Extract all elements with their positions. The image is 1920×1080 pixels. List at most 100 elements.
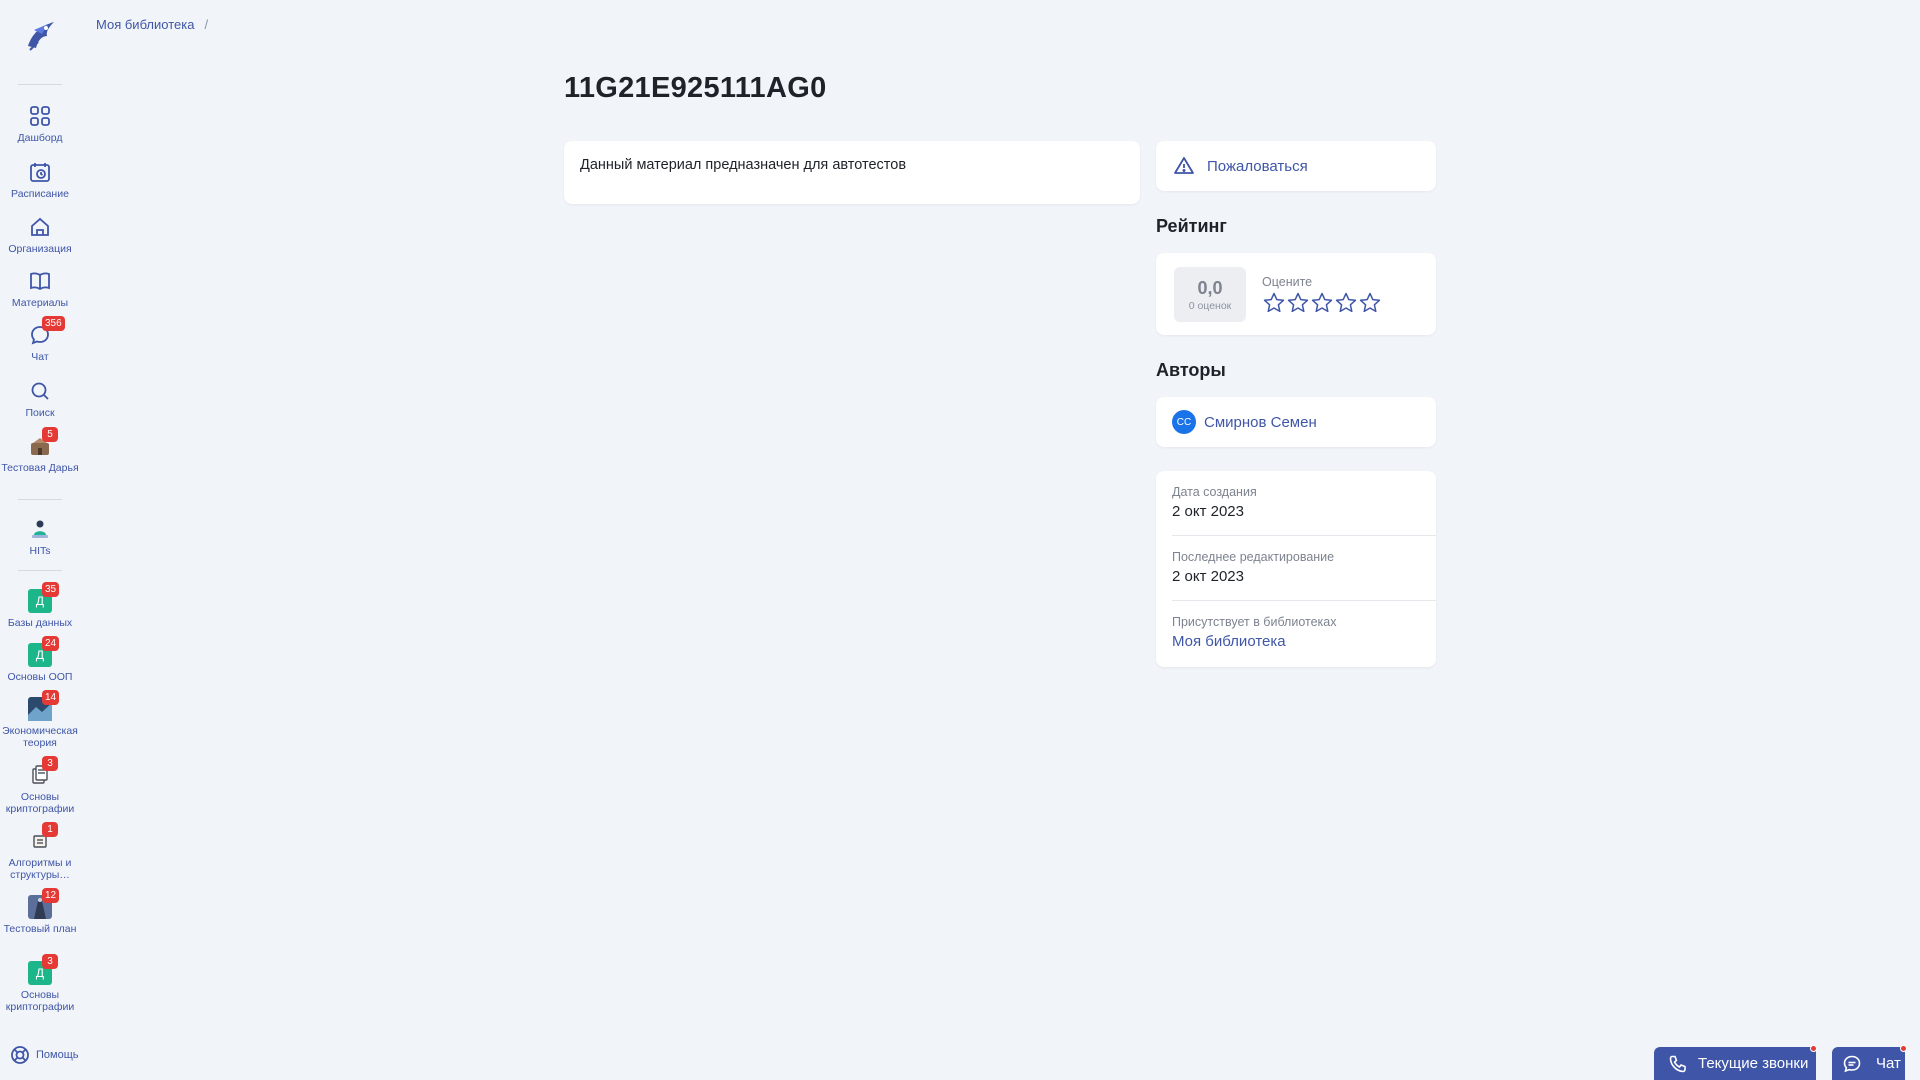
current-calls-label: Текущие звонки [1698, 1055, 1809, 1072]
calls-notification-dot [1810, 1045, 1817, 1052]
report-label: Пожаловаться [1207, 157, 1308, 175]
course-image-icon: 12 [28, 888, 60, 919]
sidebar-item-search[interactable]: Поиск [0, 379, 80, 419]
sidebar-item-chat[interactable]: 356 Чат [0, 316, 80, 363]
sidebar-item-label: Поиск [25, 407, 55, 419]
meta-edited: Последнее редактирование 2 окт 2023 [1172, 536, 1436, 601]
sidebar-item-label: Расписание [11, 188, 69, 200]
sidebar-divider [18, 570, 62, 571]
breadcrumb-my-library[interactable]: Моя библиотека [96, 17, 194, 32]
rating-summary: 0,0 0 оценок [1174, 267, 1246, 322]
star-3-icon[interactable] [1310, 291, 1334, 315]
meta-libraries: Присутствует в библиотеках Моя библиотек… [1172, 601, 1436, 666]
help-label: Помощь [36, 1049, 79, 1061]
author-item[interactable]: СС Смирнов Семен [1156, 397, 1436, 447]
meta-label: Дата создания [1172, 485, 1257, 499]
course-tile-icon: Д 35 [28, 582, 60, 613]
document-stack-icon: 3 [28, 756, 58, 787]
course-badge: 35 [42, 582, 60, 597]
app-logo-icon[interactable] [20, 16, 60, 56]
sidebar-course-economics[interactable]: 14 Экономическая теория [0, 690, 80, 749]
meta-label: Присутствует в библиотеках [1172, 615, 1337, 629]
meta-created: Дата создания 2 окт 2023 [1172, 471, 1436, 536]
chat-unread-badge: 356 [42, 316, 65, 331]
sidebar-divider [18, 84, 62, 85]
search-icon [28, 379, 52, 403]
rate-prompt: Оцените [1262, 275, 1313, 289]
meta-value: 2 окт 2023 [1172, 568, 1244, 585]
sidebar-item-dashboard[interactable]: Дашборд [0, 104, 80, 144]
sidebar: Дашборд Расписание Организация Материалы… [0, 0, 80, 1080]
chat-bubble-icon [1843, 1055, 1861, 1072]
home-icon [28, 215, 52, 239]
sidebar-course-test-plan[interactable]: 12 Тестовый план [0, 888, 80, 935]
help-link[interactable]: Помощь [10, 1045, 79, 1065]
notebook-icon: 1 [28, 822, 58, 853]
library-link[interactable]: Моя библиотека [1172, 633, 1286, 650]
rating-value: 0,0 [1197, 277, 1223, 298]
material-meta-card: Дата создания 2 окт 2023 Последнее редак… [1156, 471, 1436, 667]
star-4-icon[interactable] [1334, 291, 1358, 315]
sidebar-course-cryptography-2[interactable]: Д 3 Основы криптографии [0, 954, 80, 1013]
star-5-icon[interactable] [1358, 291, 1382, 315]
course-badge: 12 [42, 888, 60, 903]
breadcrumb: Моя библиотека / [96, 17, 208, 32]
sidebar-item-label: Тестовый план [3, 923, 77, 935]
sidebar-item-label: Экономическая теория [2, 725, 78, 749]
chat-notification-dot [1900, 1045, 1907, 1052]
lifebuoy-icon [11, 1046, 29, 1064]
sidebar-divider [18, 499, 62, 500]
sidebar-course-algorithms[interactable]: 1 Алгоритмы и структуры… [0, 822, 80, 881]
sidebar-item-schedule[interactable]: Расписание [0, 160, 80, 200]
course-badge: 14 [42, 690, 60, 705]
meta-label: Последнее редактирование [1172, 550, 1335, 564]
chat-float-button[interactable]: Чат [1832, 1045, 1907, 1080]
course-badge: 24 [42, 636, 60, 651]
sidebar-item-label: Тестовая Дарья [1, 462, 79, 474]
sidebar-scroll-area: Дашборд Расписание Организация Материалы… [0, 0, 80, 1025]
star-1-icon[interactable] [1262, 291, 1286, 315]
avatar: СС [1172, 410, 1196, 434]
sidebar-item-label: Основы криптографии [5, 791, 75, 815]
sidebar-item-label: Основы криптографии [5, 989, 75, 1013]
hits-person-icon [28, 517, 52, 541]
chat-bubble-icon: 356 [28, 316, 65, 347]
sidebar-item-label: HITs [29, 545, 51, 557]
sidebar-item-label: Базы данных [7, 617, 73, 629]
sidebar-course-databases[interactable]: Д 35 Базы данных [0, 582, 80, 629]
rating-stars [1262, 291, 1382, 315]
warning-triangle-icon [1174, 157, 1194, 174]
course-badge: 3 [42, 954, 58, 969]
dashboard-grid-icon [28, 104, 52, 128]
sidebar-item-hits[interactable]: HITs [0, 517, 80, 557]
sidebar-item-label: Чат [31, 351, 49, 363]
sidebar-item-org-test-darya[interactable]: 5 Тестовая Дарья [0, 427, 80, 474]
course-badge: 1 [42, 822, 58, 837]
sidebar-course-cryptography[interactable]: 3 Основы криптографии [0, 756, 80, 815]
sidebar-course-oop[interactable]: Д 24 Основы ООП [0, 636, 80, 683]
report-button[interactable]: Пожаловаться [1156, 141, 1436, 191]
sidebar-item-label: Алгоритмы и структуры… [8, 857, 72, 881]
sidebar-item-organization[interactable]: Организация [0, 215, 80, 255]
star-2-icon[interactable] [1286, 291, 1310, 315]
sidebar-item-label: Организация [8, 243, 72, 255]
author-name: Смирнов Семен [1204, 413, 1317, 431]
sidebar-item-materials[interactable]: Материалы [0, 269, 80, 309]
org-badge: 5 [42, 427, 58, 442]
course-badge: 3 [42, 756, 58, 771]
rating-section-title: Рейтинг [1156, 216, 1227, 236]
course-image-icon: 14 [28, 690, 60, 721]
page-title: 11G21E925111AG0 [564, 72, 827, 104]
sidebar-item-label: Основы ООП [7, 671, 73, 683]
breadcrumb-separator: / [204, 17, 209, 32]
sidebar-item-label: Дашборд [17, 132, 63, 144]
description-card: Данный материал предназначен для автотес… [564, 141, 1140, 204]
sidebar-item-label: Материалы [11, 297, 69, 309]
rating-card: 0,0 0 оценок Оцените [1156, 253, 1436, 335]
org-image-icon: 5 [28, 427, 58, 458]
chat-float-label: Чат [1876, 1055, 1901, 1072]
meta-value: 2 окт 2023 [1172, 503, 1244, 520]
current-calls-button[interactable]: Текущие звонки [1654, 1045, 1817, 1080]
course-tile-icon: Д 24 [28, 636, 60, 667]
rating-count: 0 оценок [1188, 299, 1232, 312]
